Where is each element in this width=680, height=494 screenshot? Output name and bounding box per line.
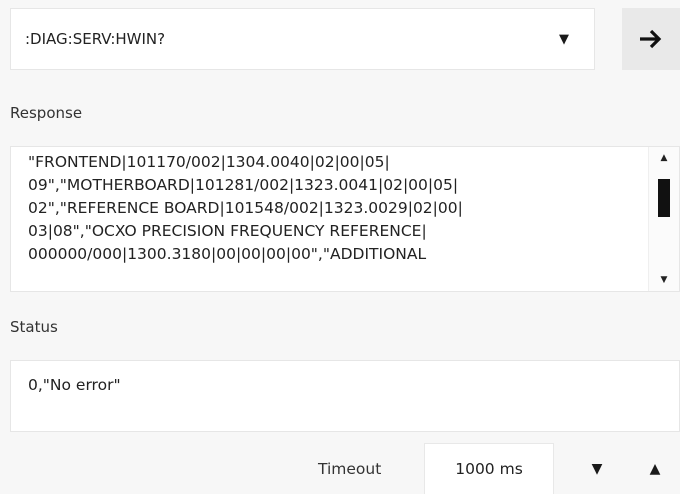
timeout-decrease-button[interactable]: ▼	[576, 443, 618, 494]
response-scrollbar[interactable]: ▲ ▼	[648, 147, 679, 291]
chevron-down-icon: ▼	[559, 31, 569, 47]
triangle-down-icon: ▼	[591, 460, 603, 477]
timeout-value: 1000 ms	[455, 460, 523, 478]
response-textarea[interactable]: "FRONTEND|101170/002|1304.0040|02|00|05|…	[10, 146, 680, 292]
command-history-dropdown-button[interactable]: ▼	[534, 9, 594, 69]
status-text: 0,"No error"	[28, 376, 121, 394]
response-text: "FRONTEND|101170/002|1304.0040|02|00|05|…	[28, 153, 463, 263]
command-input-value: :DIAG:SERV:HWIN?	[25, 30, 166, 48]
scroll-up-arrow[interactable]: ▲	[649, 149, 679, 167]
command-input[interactable]: :DIAG:SERV:HWIN? ▼	[10, 8, 595, 70]
timeout-label: Timeout	[318, 460, 382, 478]
arrow-right-icon	[640, 29, 662, 49]
status-label: Status	[10, 318, 58, 336]
send-command-button[interactable]	[622, 8, 680, 70]
response-label: Response	[10, 104, 83, 122]
status-field: 0,"No error"	[10, 360, 680, 432]
scroll-thumb[interactable]	[658, 179, 670, 217]
scroll-down-arrow[interactable]: ▼	[649, 271, 679, 289]
triangle-up-icon: ▲	[649, 460, 661, 477]
timeout-input[interactable]: 1000 ms	[424, 443, 554, 494]
timeout-increase-button[interactable]: ▲	[634, 443, 676, 494]
